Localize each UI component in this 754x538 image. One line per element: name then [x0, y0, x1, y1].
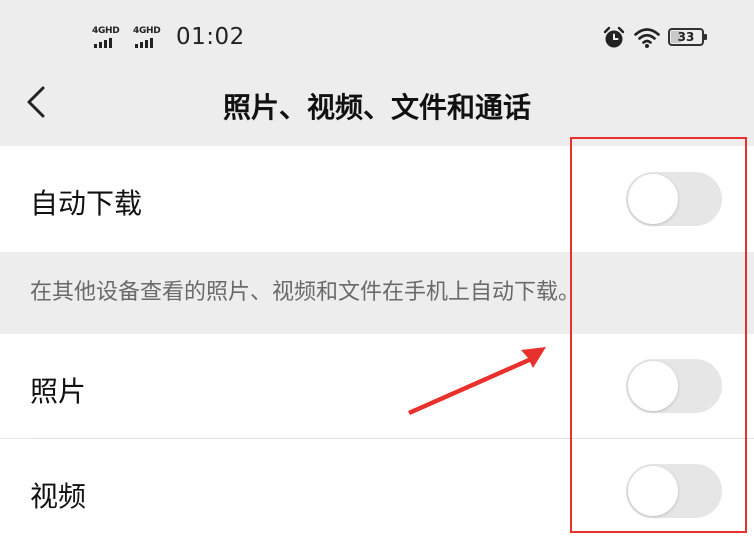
navigation-bar: 照片、视频、文件和通话 [0, 72, 754, 146]
page-title: 照片、视频、文件和通话 [222, 91, 531, 124]
alarm-icon [603, 26, 625, 48]
videos-toggle[interactable] [626, 464, 722, 518]
battery-icon: 33 [668, 28, 707, 46]
status-bar: 4GHD 4GHD 01:02 33 [0, 0, 754, 72]
cellular-signal-2: 4GHD [133, 26, 167, 50]
cellular-signal-1: 4GHD [92, 26, 126, 50]
settings-screen: 4GHD 4GHD 01:02 33 照片、视频、文件和通话 自动下载 在其他设… [0, 0, 754, 538]
toggle-knob [628, 361, 678, 411]
battery-level: 33 [677, 30, 695, 44]
wifi-icon [634, 28, 660, 48]
photos-label: 照片 [30, 375, 87, 408]
auto-download-toggle[interactable] [626, 172, 722, 226]
toggle-knob [628, 174, 678, 224]
signal-bars-icon [94, 38, 112, 48]
network-type-label: 4GHD [133, 26, 161, 36]
toggle-knob [628, 466, 678, 516]
videos-label: 视频 [30, 480, 87, 513]
status-time: 01:02 [176, 24, 245, 50]
auto-download-hint: 在其他设备查看的照片、视频和文件在手机上自动下载。 [30, 280, 581, 305]
network-type-label: 4GHD [92, 26, 120, 36]
auto-download-hint-row: 在其他设备查看的照片、视频和文件在手机上自动下载。 [0, 252, 754, 334]
photos-toggle[interactable] [626, 359, 722, 413]
signal-bars-icon [135, 38, 153, 48]
auto-download-label: 自动下载 [30, 187, 143, 220]
